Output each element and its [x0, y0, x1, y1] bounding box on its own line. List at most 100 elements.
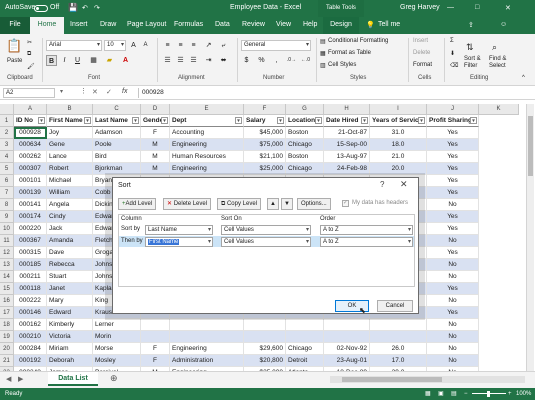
align-middle-icon[interactable]: ≡ [175, 40, 186, 51]
delete-cells-button[interactable]: Delete [413, 50, 430, 56]
table-cell[interactable]: Administration [170, 355, 244, 367]
table-cell[interactable] [141, 319, 170, 331]
prev-sheet-icon[interactable]: ◀ [6, 375, 11, 383]
table-cell[interactable]: 000210 [14, 331, 47, 343]
autosum-icon[interactable]: Σ [450, 38, 454, 44]
table-cell[interactable]: 23-Aug-01 [324, 355, 370, 367]
column-header-k[interactable]: K [479, 104, 519, 115]
dialog-close-button[interactable]: ✕ [400, 179, 408, 190]
shrink-font-icon[interactable]: A [140, 40, 151, 51]
tell-me-search[interactable]: Tell me [378, 21, 400, 28]
next-sheet-icon[interactable]: ▶ [18, 375, 23, 383]
autosave-toggle[interactable] [34, 5, 48, 12]
table-cell[interactable]: 31.0 [370, 127, 427, 139]
add-sheet-icon[interactable]: ⊕ [110, 373, 118, 384]
orientation-icon[interactable]: ↗ [203, 40, 214, 51]
sort-filter-button[interactable]: Sort & Filter [464, 56, 486, 70]
borders-icon[interactable]: ▦ [88, 55, 99, 66]
table-header-cell[interactable]: Dept ▾ [170, 115, 244, 127]
bold-button[interactable]: B [46, 55, 57, 66]
cancel-button[interactable]: Cancel [377, 300, 413, 312]
row-header[interactable]: 3 [0, 139, 14, 151]
currency-button[interactable]: $ [241, 55, 252, 66]
redo-icon[interactable]: ↷ [94, 4, 100, 12]
tab-page-layout[interactable]: Page Layout [127, 21, 166, 28]
table-cell[interactable]: Yes [427, 139, 479, 151]
table-cell[interactable]: 18.0 [370, 139, 427, 151]
clear-icon[interactable]: ⌫ [450, 62, 458, 69]
table-cell[interactable]: Mosley [93, 355, 141, 367]
table-cell[interactable] [286, 319, 324, 331]
row-header[interactable]: 14 [0, 271, 14, 283]
cell-styles-button[interactable]: Cell Styles [328, 62, 356, 68]
table-cell[interactable]: 000162 [14, 319, 47, 331]
indent-icon[interactable]: ⇥ [203, 55, 214, 66]
comments-icon[interactable]: ☺ [500, 21, 507, 28]
add-level-button[interactable]: +Add Level [118, 198, 157, 210]
tab-formulas[interactable]: Formulas [174, 21, 203, 28]
table-cell[interactable]: Yes [427, 151, 479, 163]
tab-data[interactable]: Data [215, 21, 230, 28]
align-bottom-icon[interactable]: ≡ [188, 40, 199, 51]
table-cell[interactable] [370, 319, 427, 331]
row-header[interactable]: 4 [0, 151, 14, 163]
table-cell[interactable]: Yes [427, 247, 479, 259]
table-cell[interactable]: 000315 [14, 247, 47, 259]
font-name-combo[interactable]: Arial [46, 40, 102, 51]
table-cell[interactable]: Dave [47, 247, 93, 259]
table-cell[interactable] [324, 319, 370, 331]
table-header-cell[interactable]: First Name ▾ [47, 115, 93, 127]
collapse-ribbon-icon[interactable]: ^ [522, 75, 525, 81]
copy-level-button[interactable]: ⧉ Copy Level [217, 198, 261, 210]
column-header-b[interactable]: B [47, 104, 93, 115]
table-cell[interactable]: Michael [47, 175, 93, 187]
tab-home[interactable]: Home [30, 17, 64, 34]
table-cell[interactable]: Lance [47, 151, 93, 163]
table-cell[interactable]: Joy [47, 127, 93, 139]
cut-icon[interactable]: ✂ [27, 39, 32, 46]
table-cell[interactable]: Yes [427, 211, 479, 223]
table-cell[interactable]: Janet [47, 283, 93, 295]
table-cell[interactable]: No [427, 259, 479, 271]
format-as-table-button[interactable]: Format as Table [328, 50, 371, 56]
table-cell[interactable]: $29,600 [244, 343, 286, 355]
table-cell[interactable]: Edward [47, 307, 93, 319]
tab-design[interactable]: Design [323, 17, 359, 34]
table-cell[interactable]: 000307 [14, 163, 47, 175]
tab-view[interactable]: View [276, 21, 291, 28]
table-cell[interactable]: F [141, 355, 170, 367]
move-down-button[interactable]: ▼ [281, 198, 293, 210]
table-cell[interactable]: No [427, 331, 479, 343]
filter-dropdown-icon[interactable]: ▾ [161, 117, 168, 124]
sheet-tab-data-list[interactable]: Data List [48, 372, 98, 386]
table-header-cell[interactable]: Location ▾ [286, 115, 324, 127]
sort-by-order-combo[interactable]: A to Z [320, 225, 413, 235]
table-header-cell[interactable]: ID No ▾ [14, 115, 47, 127]
zoom-out-icon[interactable]: − [464, 388, 468, 400]
table-cell[interactable]: Yes [427, 163, 479, 175]
format-painter-icon[interactable]: 🖌 [27, 63, 35, 70]
column-header-d[interactable]: D [141, 104, 170, 115]
number-format-combo[interactable]: General [241, 40, 311, 51]
align-center-icon[interactable]: ☰ [175, 55, 186, 66]
vertical-scrollbar[interactable] [526, 104, 534, 371]
zoom-slider-thumb[interactable] [487, 391, 490, 397]
table-cell[interactable]: 000367 [14, 235, 47, 247]
filter-dropdown-icon[interactable]: ▾ [84, 117, 91, 124]
table-cell[interactable]: 000220 [14, 223, 47, 235]
row-header[interactable]: 11 [0, 235, 14, 247]
table-header-cell[interactable]: Date Hired ▾ [324, 115, 370, 127]
column-header-a[interactable]: A [14, 104, 47, 115]
table-cell[interactable]: Adamson [93, 127, 141, 139]
filter-dropdown-icon[interactable]: ▾ [361, 117, 368, 124]
table-cell[interactable]: 02-Nov-92 [324, 343, 370, 355]
row-header[interactable]: 9 [0, 211, 14, 223]
table-cell[interactable]: 15-Sep-00 [324, 139, 370, 151]
namebox-dropdown-icon[interactable]: ▾ [60, 88, 63, 95]
dialog-help-button[interactable]: ? [380, 180, 384, 189]
align-right-icon[interactable]: ☰ [188, 55, 199, 66]
align-left-icon[interactable]: ☰ [162, 55, 173, 66]
table-cell[interactable] [170, 319, 244, 331]
table-cell[interactable]: Boston [286, 127, 324, 139]
insert-function-button[interactable]: fx [122, 88, 127, 95]
